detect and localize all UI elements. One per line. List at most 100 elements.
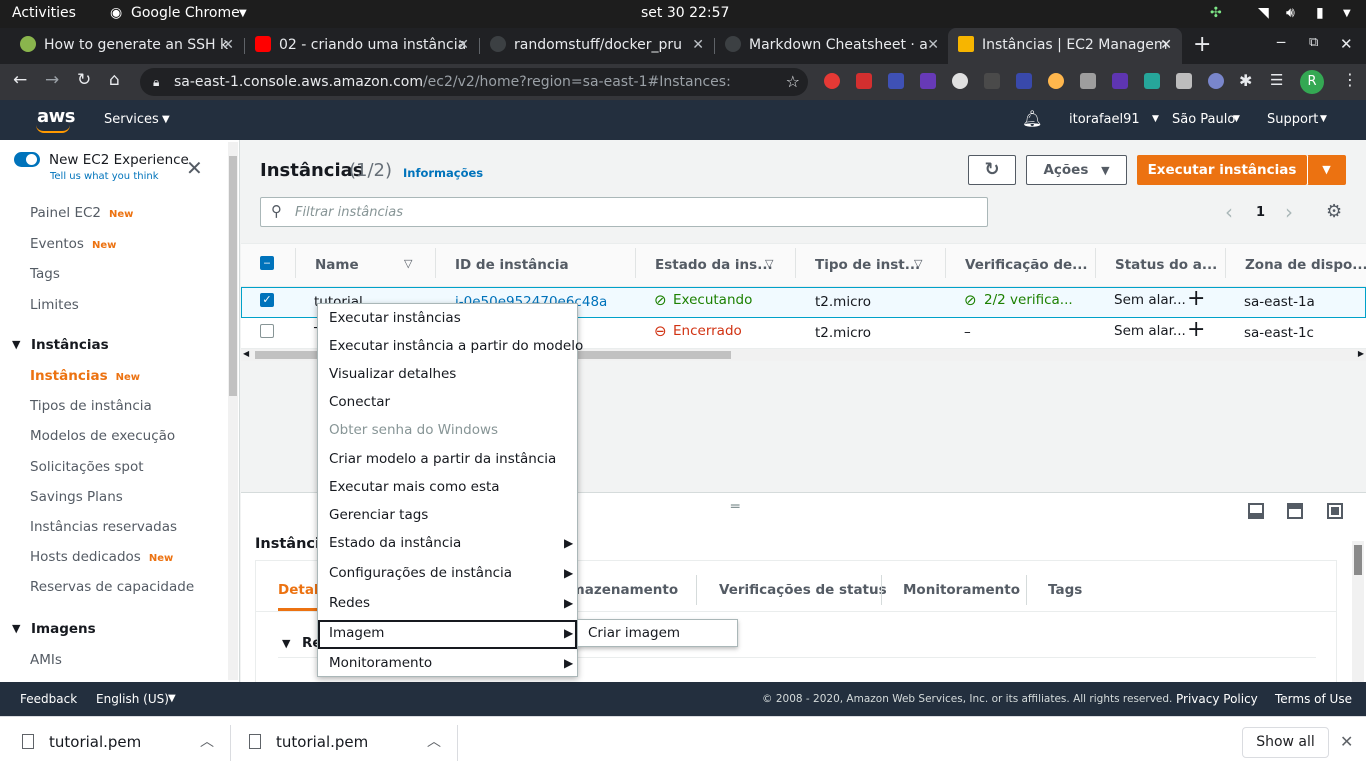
extension-icon[interactable] [824,73,840,89]
column-header[interactable]: Status do a... [1115,257,1217,273]
actions-button[interactable]: Ações ▼ [1026,155,1127,185]
row-checkbox[interactable]: ✓ [260,293,274,307]
close-window-icon[interactable]: ✕ [1340,35,1353,53]
browser-tab[interactable]: How to generate an SSH k ✕ [10,28,244,64]
tab-status-checks[interactable]: Verificações de status [719,582,887,598]
menu-item[interactable]: Imagem [329,625,384,641]
camera-icon[interactable] [1176,73,1192,89]
select-all-checkbox[interactable]: ‒ [260,256,274,270]
home-icon[interactable]: ⌂ [109,70,120,90]
bookmark-star-icon[interactable]: ☆ [786,68,800,96]
menu-item[interactable]: Estado da instância [329,535,461,551]
download-item[interactable]: tutorial.pem ︿ [231,717,457,768]
support-menu[interactable]: Support [1267,112,1318,127]
account-menu[interactable]: itorafael91 [1069,112,1140,127]
region-menu[interactable]: São Paulo [1172,112,1235,127]
chevron-up-icon[interactable]: ︿ [427,731,441,751]
info-link[interactable]: Informações [403,166,483,180]
sidebar-item[interactable]: Instâncias New [30,368,140,384]
privacy-link[interactable]: Privacy Policy [1176,692,1258,706]
add-alarm-icon[interactable]: + [1187,286,1205,311]
filter-input[interactable]: ⚲ Filtrar instâncias [260,197,988,227]
sidebar-group-heading[interactable]: Instâncias [31,337,109,353]
sidebar-item[interactable]: AMIs [30,652,62,668]
back-icon[interactable]: ← [13,70,27,90]
extension-icon[interactable] [920,73,936,89]
clock[interactable]: set 30 22:57 [641,5,729,21]
tab-tags[interactable]: Tags [1048,582,1082,598]
media-icon[interactable]: ☰ [1270,71,1283,89]
new-tab-icon[interactable]: + [1193,32,1211,57]
sort-icon[interactable]: ▽ [914,257,922,270]
sort-icon[interactable]: ▽ [404,257,412,270]
show-all-button[interactable]: Show all [1242,727,1329,758]
next-page-icon[interactable]: › [1285,200,1293,224]
sidebar-item[interactable]: Tags [30,266,60,282]
close-icon[interactable]: ✕ [457,28,469,62]
close-icon[interactable]: ✕ [1160,28,1172,62]
sidebar-item[interactable]: Modelos de execução [30,428,175,444]
feedback-link[interactable]: Feedback [20,692,77,706]
browser-tab[interactable]: randomstuff/docker_pru ✕ [480,28,714,64]
app-menu[interactable]: Google Chrome [131,5,240,21]
column-header[interactable]: Tipo de inst... [815,257,920,273]
address-bar[interactable]: 🔒︎ sa-east-1.console.aws.amazon.com/ec2/… [140,68,808,96]
gear-icon[interactable]: ⚙ [1326,201,1342,222]
profile-avatar[interactable]: R [1300,70,1324,94]
column-header[interactable]: Estado da ins... [655,257,773,273]
browser-tab[interactable]: Markdown Cheatsheet · a ✕ [715,28,949,64]
launch-dropdown-button[interactable]: ▼ [1307,155,1346,185]
column-header[interactable]: Name [315,257,359,273]
reload-icon[interactable]: ↻ [77,70,91,90]
sidebar-item[interactable]: Instâncias reservadas [30,519,177,535]
menu-item[interactable]: Configurações de instância [329,565,512,581]
aws-logo[interactable]: aws [37,106,76,127]
sidebar-item[interactable]: Tipos de instância [30,398,152,414]
menu-item[interactable]: Executar instância a partir do modelo [329,338,583,354]
extension-icon[interactable] [1144,73,1160,89]
extension-icon[interactable] [1208,73,1224,89]
maximize-icon[interactable]: ⧉ [1309,35,1318,50]
browser-tab[interactable]: 02 - criando uma instância ✕ [245,28,479,64]
collapse-icon[interactable]: ▼ [12,338,20,351]
menu-item[interactable]: Monitoramento [329,655,432,671]
tab-storage[interactable]: rmazenamento [564,582,678,598]
forward-icon[interactable]: → [45,70,59,90]
kebab-menu-icon[interactable]: ⋮ [1342,70,1358,89]
row-checkbox[interactable] [260,324,274,338]
language-selector[interactable]: English (US) [96,692,169,706]
chevron-up-icon[interactable]: ︿ [200,731,214,751]
menu-item[interactable]: Executar instâncias [329,310,461,326]
column-header[interactable]: ID de instância [455,257,569,273]
page-number[interactable]: 1 [1256,205,1265,220]
puzzle-icon[interactable]: ✱ [1239,71,1252,90]
system-menu-icon[interactable]: ▼ [1343,8,1351,19]
drag-handle-icon[interactable]: ═ [731,499,739,515]
sidebar-item[interactable]: Limites [30,297,79,313]
panel-full-icon[interactable] [1327,503,1343,519]
add-alarm-icon[interactable]: + [1187,317,1205,342]
details-scrollbar[interactable] [1352,541,1364,683]
panel-split-icon[interactable] [1287,503,1303,519]
menu-item[interactable]: Gerenciar tags [329,507,428,523]
extension-icon[interactable] [1112,73,1128,89]
terms-link[interactable]: Terms of Use [1275,692,1352,706]
column-header[interactable]: Verificação de... [965,257,1088,273]
menu-item[interactable]: Criar modelo a partir da instância [329,451,556,467]
collapse-icon[interactable]: ▼ [12,622,20,635]
panel-bottom-icon[interactable] [1248,503,1264,519]
sidebar-item[interactable]: Savings Plans [30,489,123,505]
download-item[interactable]: tutorial.pem ︿ [0,717,230,768]
launch-instances-button[interactable]: Executar instâncias [1137,155,1307,185]
bell-icon[interactable]: 🔔︎ [1022,109,1042,128]
extension-icon[interactable] [1016,73,1032,89]
sidebar-item[interactable]: Painel EC2 New [30,205,133,221]
close-icon[interactable]: ✕ [927,28,939,62]
sidebar-group-heading[interactable]: Imagens [31,621,96,637]
menu-item[interactable]: Conectar [329,394,390,410]
activities-button[interactable]: Activities [12,5,76,21]
sidebar-item[interactable]: Reservas de capacidade [30,579,194,595]
menu-item[interactable]: Redes [329,595,370,611]
extension-icon[interactable] [1080,73,1096,89]
prev-page-icon[interactable]: ‹ [1225,200,1233,224]
